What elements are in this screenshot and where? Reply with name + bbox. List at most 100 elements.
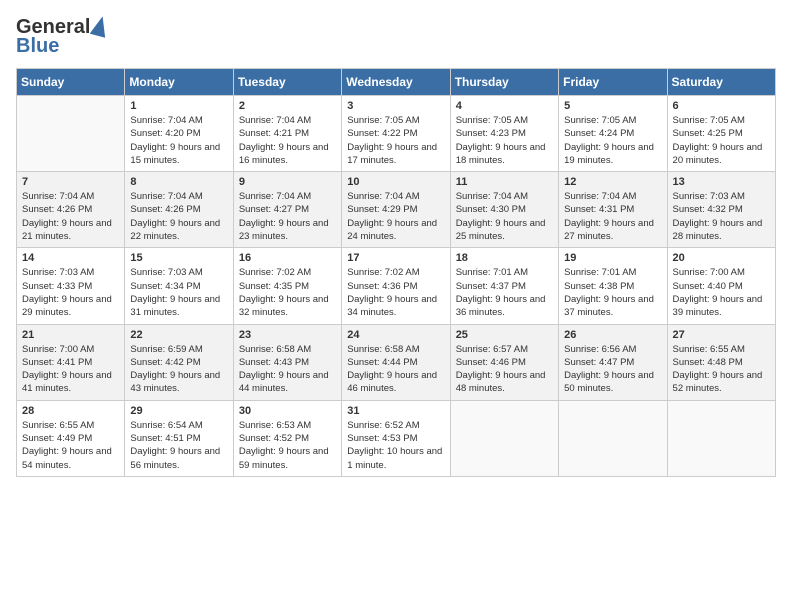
day-info: Sunrise: 7:01 AMSunset: 4:38 PMDaylight:… [564, 266, 661, 319]
day-number: 5 [564, 100, 661, 112]
day-number: 27 [673, 329, 770, 341]
logo-triangle-icon [90, 14, 111, 37]
day-info: Sunrise: 7:05 AMSunset: 4:22 PMDaylight:… [347, 114, 444, 167]
day-info: Sunrise: 6:55 AMSunset: 4:48 PMDaylight:… [673, 343, 770, 396]
day-info: Sunrise: 7:04 AMSunset: 4:27 PMDaylight:… [239, 190, 336, 243]
calendar-cell: 17 Sunrise: 7:02 AMSunset: 4:36 PMDayligh… [342, 248, 450, 324]
day-number: 13 [673, 176, 770, 188]
day-info: Sunrise: 7:02 AMSunset: 4:35 PMDaylight:… [239, 266, 336, 319]
week-row-1: 1 Sunrise: 7:04 AMSunset: 4:20 PMDaylight… [17, 96, 776, 172]
calendar-cell: 26 Sunrise: 6:56 AMSunset: 4:47 PMDayligh… [559, 324, 667, 400]
calendar-cell: 24 Sunrise: 6:58 AMSunset: 4:44 PMDayligh… [342, 324, 450, 400]
day-info: Sunrise: 6:54 AMSunset: 4:51 PMDaylight:… [130, 419, 227, 472]
day-info: Sunrise: 6:52 AMSunset: 4:53 PMDaylight:… [347, 419, 444, 472]
weekday-header-friday: Friday [559, 69, 667, 96]
calendar-cell: 25Sunrise: 6:57 AMSunset: 4:46 PMDayligh… [450, 324, 558, 400]
day-info: Sunrise: 7:04 AMSunset: 4:30 PMDaylight:… [456, 190, 553, 243]
logo: General Blue [16, 16, 108, 58]
calendar-cell: 29 Sunrise: 6:54 AMSunset: 4:51 PMDayligh… [125, 400, 233, 476]
day-number: 16 [239, 252, 336, 264]
day-info: Sunrise: 7:03 AMSunset: 4:34 PMDaylight:… [130, 266, 227, 319]
calendar-cell: 12 Sunrise: 7:04 AMSunset: 4:31 PMDayligh… [559, 172, 667, 248]
day-info: Sunrise: 7:04 AMSunset: 4:26 PMDaylight:… [130, 190, 227, 243]
day-number: 30 [239, 405, 336, 417]
day-number: 12 [564, 176, 661, 188]
calendar-cell: 11 Sunrise: 7:04 AMSunset: 4:30 PMDayligh… [450, 172, 558, 248]
calendar-cell: 15 Sunrise: 7:03 AMSunset: 4:34 PMDayligh… [125, 248, 233, 324]
calendar-cell: 7 Sunrise: 7:04 AMSunset: 4:26 PMDaylight… [17, 172, 125, 248]
calendar-cell [17, 96, 125, 172]
week-row-4: 21 Sunrise: 7:00 AMSunset: 4:41 PMDayligh… [17, 324, 776, 400]
day-number: 28 [22, 405, 119, 417]
calendar-table: SundayMondayTuesdayWednesdayThursdayFrid… [16, 68, 776, 477]
calendar-cell: 27 Sunrise: 6:55 AMSunset: 4:48 PMDayligh… [667, 324, 775, 400]
logo-blue-text: Blue [16, 35, 59, 58]
day-number: 7 [22, 176, 119, 188]
weekday-header-monday: Monday [125, 69, 233, 96]
day-info: Sunrise: 7:00 AMSunset: 4:40 PMDaylight:… [673, 266, 770, 319]
day-number: 8 [130, 176, 227, 188]
day-info: Sunrise: 6:57 AMSunset: 4:46 PMDaylight:… [456, 343, 553, 396]
day-number: 23 [239, 329, 336, 341]
calendar-cell: 30 Sunrise: 6:53 AMSunset: 4:52 PMDayligh… [233, 400, 341, 476]
day-info: Sunrise: 6:53 AMSunset: 4:52 PMDaylight:… [239, 419, 336, 472]
calendar-cell: 8 Sunrise: 7:04 AMSunset: 4:26 PMDaylight… [125, 172, 233, 248]
day-info: Sunrise: 7:01 AMSunset: 4:37 PMDaylight:… [456, 266, 553, 319]
day-number: 15 [130, 252, 227, 264]
day-number: 2 [239, 100, 336, 112]
week-row-2: 7 Sunrise: 7:04 AMSunset: 4:26 PMDaylight… [17, 172, 776, 248]
calendar-cell: 10Sunrise: 7:04 AMSunset: 4:29 PMDayligh… [342, 172, 450, 248]
day-info: Sunrise: 7:04 AMSunset: 4:20 PMDaylight:… [130, 114, 227, 167]
day-info: Sunrise: 6:59 AMSunset: 4:42 PMDaylight:… [130, 343, 227, 396]
day-info: Sunrise: 7:04 AMSunset: 4:21 PMDaylight:… [239, 114, 336, 167]
weekday-header-tuesday: Tuesday [233, 69, 341, 96]
weekday-header-saturday: Saturday [667, 69, 775, 96]
calendar-cell: 21 Sunrise: 7:00 AMSunset: 4:41 PMDayligh… [17, 324, 125, 400]
day-info: Sunrise: 7:03 AMSunset: 4:33 PMDaylight:… [22, 266, 119, 319]
calendar-cell: 1 Sunrise: 7:04 AMSunset: 4:20 PMDaylight… [125, 96, 233, 172]
day-number: 4 [456, 100, 553, 112]
day-number: 17 [347, 252, 444, 264]
day-number: 26 [564, 329, 661, 341]
day-info: Sunrise: 7:04 AMSunset: 4:31 PMDaylight:… [564, 190, 661, 243]
day-number: 29 [130, 405, 227, 417]
calendar-cell: 28 Sunrise: 6:55 AMSunset: 4:49 PMDayligh… [17, 400, 125, 476]
calendar-cell: 22Sunrise: 6:59 AMSunset: 4:42 PMDayligh… [125, 324, 233, 400]
day-info: Sunrise: 7:05 AMSunset: 4:24 PMDaylight:… [564, 114, 661, 167]
calendar-cell: 2 Sunrise: 7:04 AMSunset: 4:21 PMDaylight… [233, 96, 341, 172]
calendar-cell: 20Sunrise: 7:00 AMSunset: 4:40 PMDayligh… [667, 248, 775, 324]
day-info: Sunrise: 7:03 AMSunset: 4:32 PMDaylight:… [673, 190, 770, 243]
calendar-cell: 19 Sunrise: 7:01 AMSunset: 4:38 PMDayligh… [559, 248, 667, 324]
day-number: 1 [130, 100, 227, 112]
calendar-cell: 9 Sunrise: 7:04 AMSunset: 4:27 PMDaylight… [233, 172, 341, 248]
day-number: 21 [22, 329, 119, 341]
calendar-cell: 14 Sunrise: 7:03 AMSunset: 4:33 PMDayligh… [17, 248, 125, 324]
calendar-cell: 18Sunrise: 7:01 AMSunset: 4:37 PMDayligh… [450, 248, 558, 324]
day-info: Sunrise: 7:00 AMSunset: 4:41 PMDaylight:… [22, 343, 119, 396]
day-number: 6 [673, 100, 770, 112]
weekday-header-row: SundayMondayTuesdayWednesdayThursdayFrid… [17, 69, 776, 96]
weekday-header-wednesday: Wednesday [342, 69, 450, 96]
calendar-cell: 6 Sunrise: 7:05 AMSunset: 4:25 PMDaylight… [667, 96, 775, 172]
weekday-header-thursday: Thursday [450, 69, 558, 96]
page-header: General Blue [16, 16, 776, 58]
day-info: Sunrise: 6:56 AMSunset: 4:47 PMDaylight:… [564, 343, 661, 396]
day-number: 24 [347, 329, 444, 341]
day-number: 9 [239, 176, 336, 188]
calendar-cell: 23 Sunrise: 6:58 AMSunset: 4:43 PMDayligh… [233, 324, 341, 400]
day-number: 10 [347, 176, 444, 188]
day-info: Sunrise: 7:04 AMSunset: 4:26 PMDaylight:… [22, 190, 119, 243]
day-info: Sunrise: 6:58 AMSunset: 4:43 PMDaylight:… [239, 343, 336, 396]
calendar-cell [667, 400, 775, 476]
day-info: Sunrise: 7:05 AMSunset: 4:23 PMDaylight:… [456, 114, 553, 167]
day-number: 11 [456, 176, 553, 188]
day-number: 19 [564, 252, 661, 264]
day-number: 3 [347, 100, 444, 112]
day-info: Sunrise: 7:05 AMSunset: 4:25 PMDaylight:… [673, 114, 770, 167]
day-number: 31 [347, 405, 444, 417]
day-number: 14 [22, 252, 119, 264]
day-info: Sunrise: 6:58 AMSunset: 4:44 PMDaylight:… [347, 343, 444, 396]
day-info: Sunrise: 6:55 AMSunset: 4:49 PMDaylight:… [22, 419, 119, 472]
day-info: Sunrise: 7:02 AMSunset: 4:36 PMDaylight:… [347, 266, 444, 319]
week-row-3: 14 Sunrise: 7:03 AMSunset: 4:33 PMDayligh… [17, 248, 776, 324]
